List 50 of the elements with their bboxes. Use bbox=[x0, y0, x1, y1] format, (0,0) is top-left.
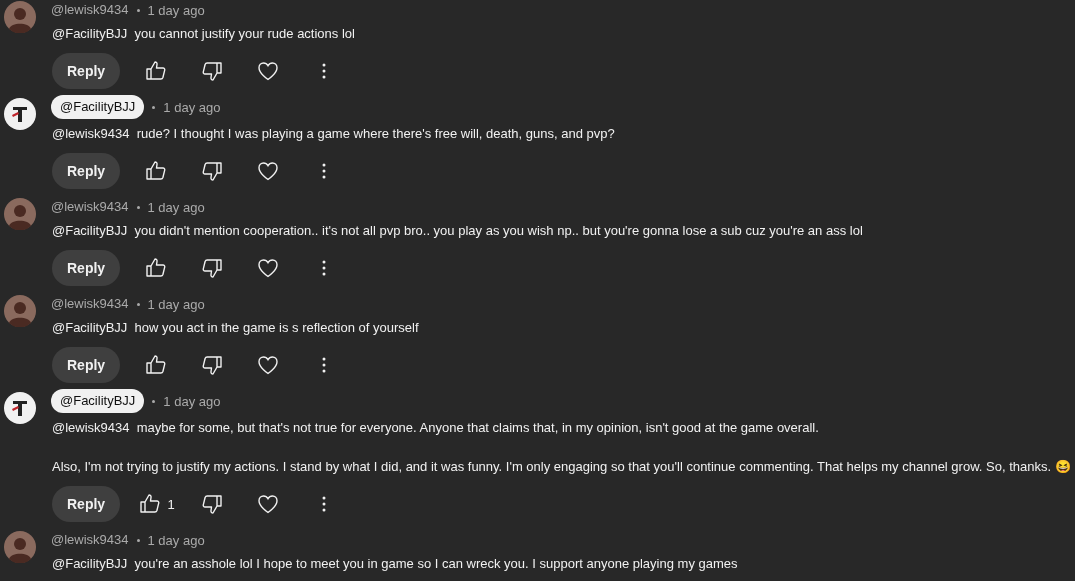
separator-dot bbox=[136, 538, 140, 542]
more-icon bbox=[322, 63, 327, 79]
thumbs-down-icon bbox=[200, 59, 225, 83]
more-icon bbox=[322, 496, 327, 512]
comment-text: @FacilityBJJ you cannot justify your rude actions lol bbox=[52, 25, 356, 43]
comment-text: @lewisk9434 maybe for some, but that's not true for everyone. Anyone that claims that, in my opinion, isn't good at the game overall. bbox=[52, 419, 820, 437]
reply-button[interactable]: Reply bbox=[52, 250, 121, 286]
reply-button[interactable]: Reply bbox=[52, 153, 121, 189]
avatar-icon[interactable] bbox=[4, 392, 36, 424]
more-icon bbox=[322, 260, 327, 276]
separator-dot bbox=[136, 205, 140, 209]
author-name[interactable]: @lewisk9434 bbox=[51, 197, 129, 217]
separator-dot bbox=[136, 8, 140, 12]
more-icon bbox=[322, 357, 327, 373]
reply-button[interactable]: Reply bbox=[52, 53, 121, 89]
thumbs-up-icon bbox=[137, 492, 162, 516]
thumbs-down-icon bbox=[200, 256, 225, 280]
heart-icon bbox=[256, 159, 281, 183]
separator-dot bbox=[136, 302, 140, 306]
author-name[interactable]: @lewisk9434 bbox=[51, 0, 129, 20]
thumbs-down-icon bbox=[200, 492, 225, 516]
comment-time[interactable]: 1 day ago bbox=[163, 99, 221, 115]
reply-button[interactable]: Reply bbox=[52, 486, 121, 522]
like-button[interactable]: 1 bbox=[136, 486, 177, 522]
thumbs-down-icon bbox=[200, 353, 225, 377]
separator-dot bbox=[152, 105, 156, 109]
comment-time[interactable]: 1 day ago bbox=[147, 2, 205, 18]
comment-text: Also, I'm not trying to justify my actions. I stand by what I did, and it was funny. I'm only engaging so that you'll continue commenting. That helps my channel grow. So, thanks. 😆 bbox=[52, 458, 1071, 476]
separator-dot bbox=[152, 399, 156, 403]
comment-time[interactable]: 1 day ago bbox=[163, 393, 221, 409]
like-count: 1 bbox=[167, 496, 175, 512]
heart-icon bbox=[256, 59, 281, 83]
author-name[interactable]: @lewisk9434 bbox=[51, 294, 129, 314]
author-name[interactable]: @lewisk9434 bbox=[51, 530, 129, 550]
comment-time[interactable]: 1 day ago bbox=[147, 296, 205, 312]
comment-time[interactable]: 1 day ago bbox=[147, 532, 205, 548]
comment-text: @FacilityBJJ you're an asshole lol I hope to meet you in game so I can wreck you. I support anyone playing my games bbox=[52, 555, 739, 573]
author-name[interactable]: @FacilityBJJ bbox=[51, 389, 145, 413]
reply-button[interactable]: Reply bbox=[52, 347, 121, 383]
more-icon bbox=[322, 163, 327, 179]
heart-icon bbox=[256, 256, 281, 280]
heart-icon bbox=[256, 492, 281, 516]
thumbs-down-icon bbox=[200, 159, 225, 183]
comment-time[interactable]: 1 day ago bbox=[147, 199, 205, 215]
comment-text: @FacilityBJJ you didn't mention cooperation.. it's not all pvp bro.. you play as you wish np.. but you're gonna lose a sub cuz you're an ass lol bbox=[52, 222, 864, 240]
avatar-icon[interactable] bbox=[4, 98, 36, 130]
comment-text: @FacilityBJJ how you act in the game is s reflection of yourself bbox=[52, 319, 420, 337]
author-name[interactable]: @FacilityBJJ bbox=[51, 95, 145, 119]
comment-text: @lewisk9434 rude? I thought I was playing a game where there's free will, death, guns, and pvp? bbox=[52, 125, 616, 143]
heart-icon bbox=[256, 353, 281, 377]
